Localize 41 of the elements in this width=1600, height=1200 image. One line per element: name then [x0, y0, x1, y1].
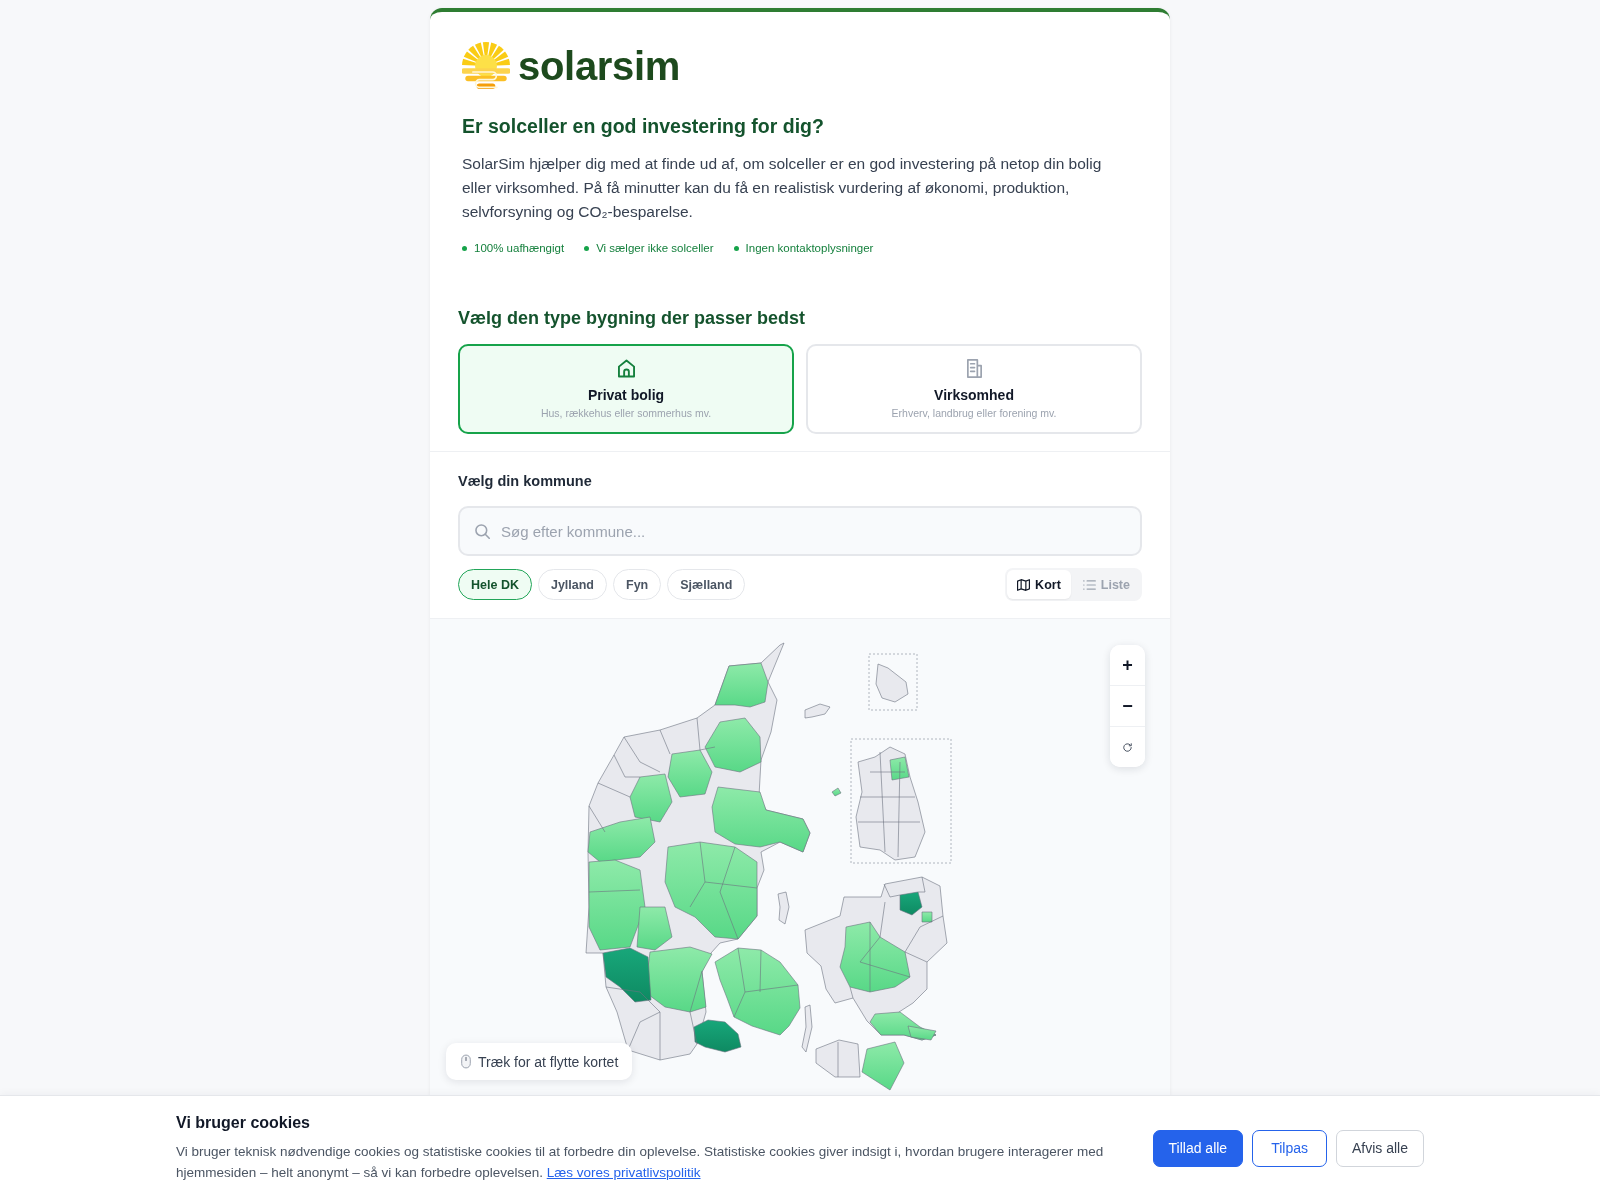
intro-paragraph: SolarSim hjælper dig med at finde ud af, om solceller er en god investering på netop din bolig eller virksomhed. På få minutter kan du få en realistisk vurdering af økonomi, produktion, selvforsyning og CO₂-besparelse.	[462, 154, 1103, 222]
accept-all-button[interactable]: Tillad alle	[1152, 1129, 1244, 1167]
cookie-text: Vi bruger teknisk nødvendige cookies og statistiske cookies til at forbedre din oplevelse. Statistiske cookies giver indsigt i, hvordan brugere interagerer med hjemmesiden – helt anonymt – så vi kan forbedre oplevelsen. Læs vores privatlivspolitik	[176, 1143, 1105, 1182]
zoom-out-button[interactable]: −	[1110, 686, 1145, 727]
region-chip[interactable]: Fyn	[613, 569, 662, 600]
mouse-icon	[461, 1054, 471, 1069]
option-title: Virksomhed	[934, 386, 1014, 404]
house-icon	[617, 359, 635, 378]
search-icon	[475, 523, 490, 539]
building-icon	[965, 359, 983, 378]
cookie-title: Vi bruger cookies	[176, 1113, 311, 1133]
zoom-in-button[interactable]: +	[1110, 645, 1145, 686]
reset-view-button[interactable]	[1110, 727, 1145, 767]
sun-logo-icon	[462, 42, 510, 90]
dot-icon	[462, 245, 467, 251]
section-heading: Vælg den type bygning der passer bedst	[458, 307, 807, 330]
option-description: Hus, rækkehus eller sommerhus mv.	[540, 406, 712, 420]
dot-icon	[584, 245, 590, 251]
dot-icon	[733, 245, 739, 251]
privacy-link[interactable]: Læs vores privatlivspolitik	[546, 1165, 701, 1180]
hint-text: Træk for at flytte kortet	[478, 1053, 619, 1070]
region-chip[interactable]: Jylland	[537, 569, 607, 600]
feature-text: Ingen kontaktoplysninger	[745, 241, 874, 256]
map-view-tab[interactable]: Kort	[1007, 570, 1071, 599]
map-icon	[1017, 578, 1031, 591]
feature-text: Vi sælger ikke solceller	[596, 241, 714, 256]
region-chip[interactable]: Hele DK	[458, 569, 532, 600]
list-icon	[1082, 578, 1096, 591]
region-chip[interactable]: Sjælland	[667, 569, 746, 600]
reset-icon	[1123, 742, 1132, 752]
customize-button[interactable]: Tilpas	[1252, 1129, 1327, 1167]
section-label: Vælg din kommune	[458, 472, 593, 491]
page-heading: Er solceller en god investering for dig?	[462, 114, 825, 139]
logo-wordmark: solarsim	[518, 43, 681, 90]
building-type-card[interactable]: Virksomhed Erhverv, landbrug eller forening mv.	[806, 344, 1142, 434]
reject-all-button[interactable]: Afvis alle	[1335, 1129, 1424, 1167]
building-type-card[interactable]: Privat bolig Hus, rækkehus eller sommerhus mv.	[458, 344, 794, 434]
option-title: Privat bolig	[587, 386, 665, 404]
feature-text: 100% uafhængigt	[474, 241, 565, 256]
search-field[interactable]: Søg efter kommune...	[458, 506, 1142, 556]
option-description: Erhverv, landbrug eller forening mv.	[891, 406, 1057, 420]
